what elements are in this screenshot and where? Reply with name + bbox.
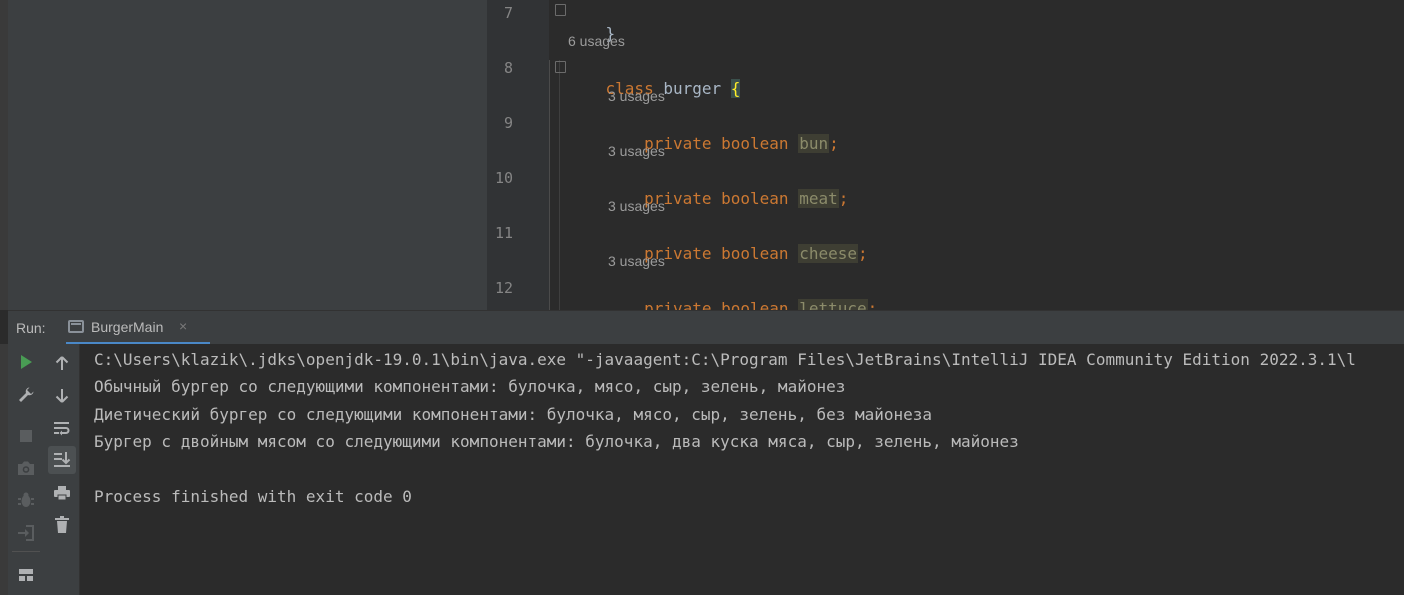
bug-icon (18, 492, 34, 507)
code-token: ; (867, 299, 878, 310)
run-label: Run: (16, 320, 46, 336)
rerun-button[interactable] (12, 348, 40, 376)
line-number: 8 (503, 59, 513, 77)
left-tool-strip-bottom (0, 344, 8, 595)
change-marker (549, 60, 550, 310)
soft-wrap-icon (54, 422, 70, 436)
layout-button[interactable] (12, 561, 40, 589)
code-line[interactable]: private boolean lettuce; (567, 276, 877, 310)
tab-title: BurgerMain (91, 319, 164, 335)
scroll-to-end-button[interactable] (48, 446, 76, 474)
editor-gutter (487, 0, 549, 310)
code-token: ; (829, 134, 839, 153)
usages-hint[interactable]: 3 usages (608, 252, 665, 270)
line-number: 10 (494, 169, 513, 187)
usages-hint[interactable]: 3 usages (608, 197, 665, 215)
line-number: 11 (494, 224, 513, 242)
scroll-to-end-icon (54, 452, 71, 467)
code-token: private boolean (605, 299, 799, 310)
code-token: lettuce (798, 299, 868, 310)
settings-button[interactable] (12, 381, 40, 409)
close-icon[interactable]: × (179, 318, 187, 334)
stop-icon (20, 430, 32, 442)
line-number: 7 (503, 4, 513, 22)
console-line: C:\Users\klazik\.jdks\openjdk-19.0.1\bin… (94, 350, 1356, 369)
stop-button[interactable] (12, 422, 40, 450)
console-output[interactable]: C:\Users\klazik\.jdks\openjdk-19.0.1\bin… (80, 344, 1404, 595)
console-line: Бургер с двойным мясом со следующими ком… (94, 432, 1019, 451)
print-button[interactable] (48, 479, 76, 507)
layout-icon (19, 569, 33, 581)
code-editor[interactable]: 7 } 6 usages 8 class burger { 3 usages 9… (487, 0, 1404, 310)
toolbar-divider (12, 551, 40, 552)
fold-marker-icon[interactable] (555, 61, 566, 73)
play-icon (21, 355, 32, 369)
arrow-up-icon (55, 356, 69, 370)
exit-icon (18, 525, 34, 541)
line-number: 12 (494, 279, 513, 297)
print-icon (54, 486, 70, 501)
usages-hint[interactable]: 3 usages (608, 87, 665, 105)
trash-icon (55, 516, 69, 533)
usages-hint[interactable]: 3 usages (608, 142, 665, 160)
code-token: cheese (798, 244, 858, 263)
debug-button[interactable] (12, 486, 40, 514)
exit-button[interactable] (12, 519, 40, 547)
tab-burger-main[interactable]: BurgerMain × (66, 311, 210, 345)
next-occurrence-button[interactable] (48, 382, 76, 410)
previous-occurrence-button[interactable] (48, 349, 76, 377)
code-token: burger (663, 79, 731, 98)
console-line: Обычный бургер со следующими компонентам… (94, 377, 846, 396)
code-token: ; (838, 189, 849, 208)
run-tool-window-header: Run: BurgerMain × (8, 310, 1404, 345)
console-line: Process finished with exit code 0 (94, 487, 412, 506)
wrench-icon (19, 387, 34, 402)
code-token: ; (857, 244, 868, 263)
soft-wrap-button[interactable] (48, 414, 76, 442)
screenshot-button[interactable] (12, 454, 40, 482)
console-tab-icon (68, 320, 84, 333)
run-toolbar-primary (8, 344, 44, 595)
left-tool-strip (0, 0, 8, 310)
code-token: meat (798, 189, 839, 208)
console-line: Диетический бургер со следующими компоне… (94, 405, 933, 424)
code-token: { (730, 79, 741, 98)
run-toolbar-secondary (44, 344, 80, 595)
usages-hint[interactable]: 6 usages (568, 32, 625, 50)
project-panel (8, 0, 487, 310)
clear-all-button[interactable] (48, 511, 76, 539)
arrow-down-icon (55, 389, 69, 403)
code-token: bun (798, 134, 830, 153)
fold-marker-icon[interactable] (555, 4, 566, 16)
camera-icon (18, 461, 34, 475)
line-number: 9 (503, 114, 513, 132)
indent-guide (559, 60, 560, 310)
